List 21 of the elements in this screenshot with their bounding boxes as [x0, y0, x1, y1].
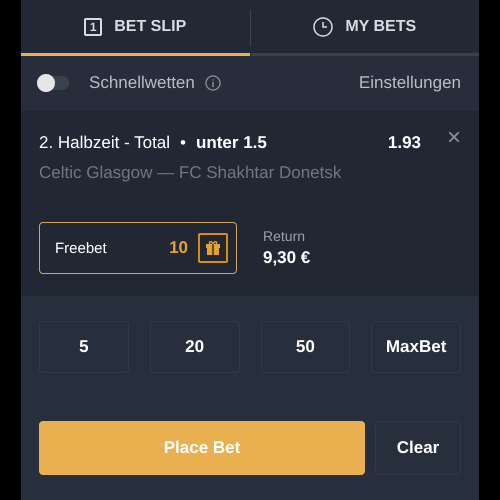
clear-button[interactable]: Clear — [375, 421, 461, 475]
return-label: Return — [263, 228, 306, 244]
gift-icon[interactable] — [198, 233, 228, 263]
quick-bets-label: Schnellwetten — [89, 73, 195, 94]
amount-button[interactable]: MaxBet — [371, 321, 461, 373]
amount-button[interactable]: 50 — [260, 321, 350, 373]
market-label: 2. Halbzeit - Total — [39, 132, 170, 152]
amount-button[interactable]: 20 — [150, 321, 240, 373]
settings-link[interactable]: Einstellungen — [358, 73, 461, 94]
event-name: Celtic Glasgow — FC Shakhtar Donetsk — [39, 162, 342, 182]
count-badge: 1 — [84, 18, 102, 36]
toggle-switch[interactable] — [39, 76, 69, 90]
separator: • — [180, 132, 186, 152]
odds-value: 1.93 — [388, 132, 421, 152]
stake-field[interactable]: Freebet 10 — [39, 222, 237, 274]
amount-button[interactable]: 5 — [39, 321, 129, 373]
return-value: 9,30 € — [263, 248, 310, 268]
selection-label: unter 1.5 — [196, 132, 267, 152]
clock-icon — [313, 16, 334, 37]
info-icon[interactable] — [204, 75, 221, 92]
close-button[interactable]: × — [446, 124, 461, 152]
